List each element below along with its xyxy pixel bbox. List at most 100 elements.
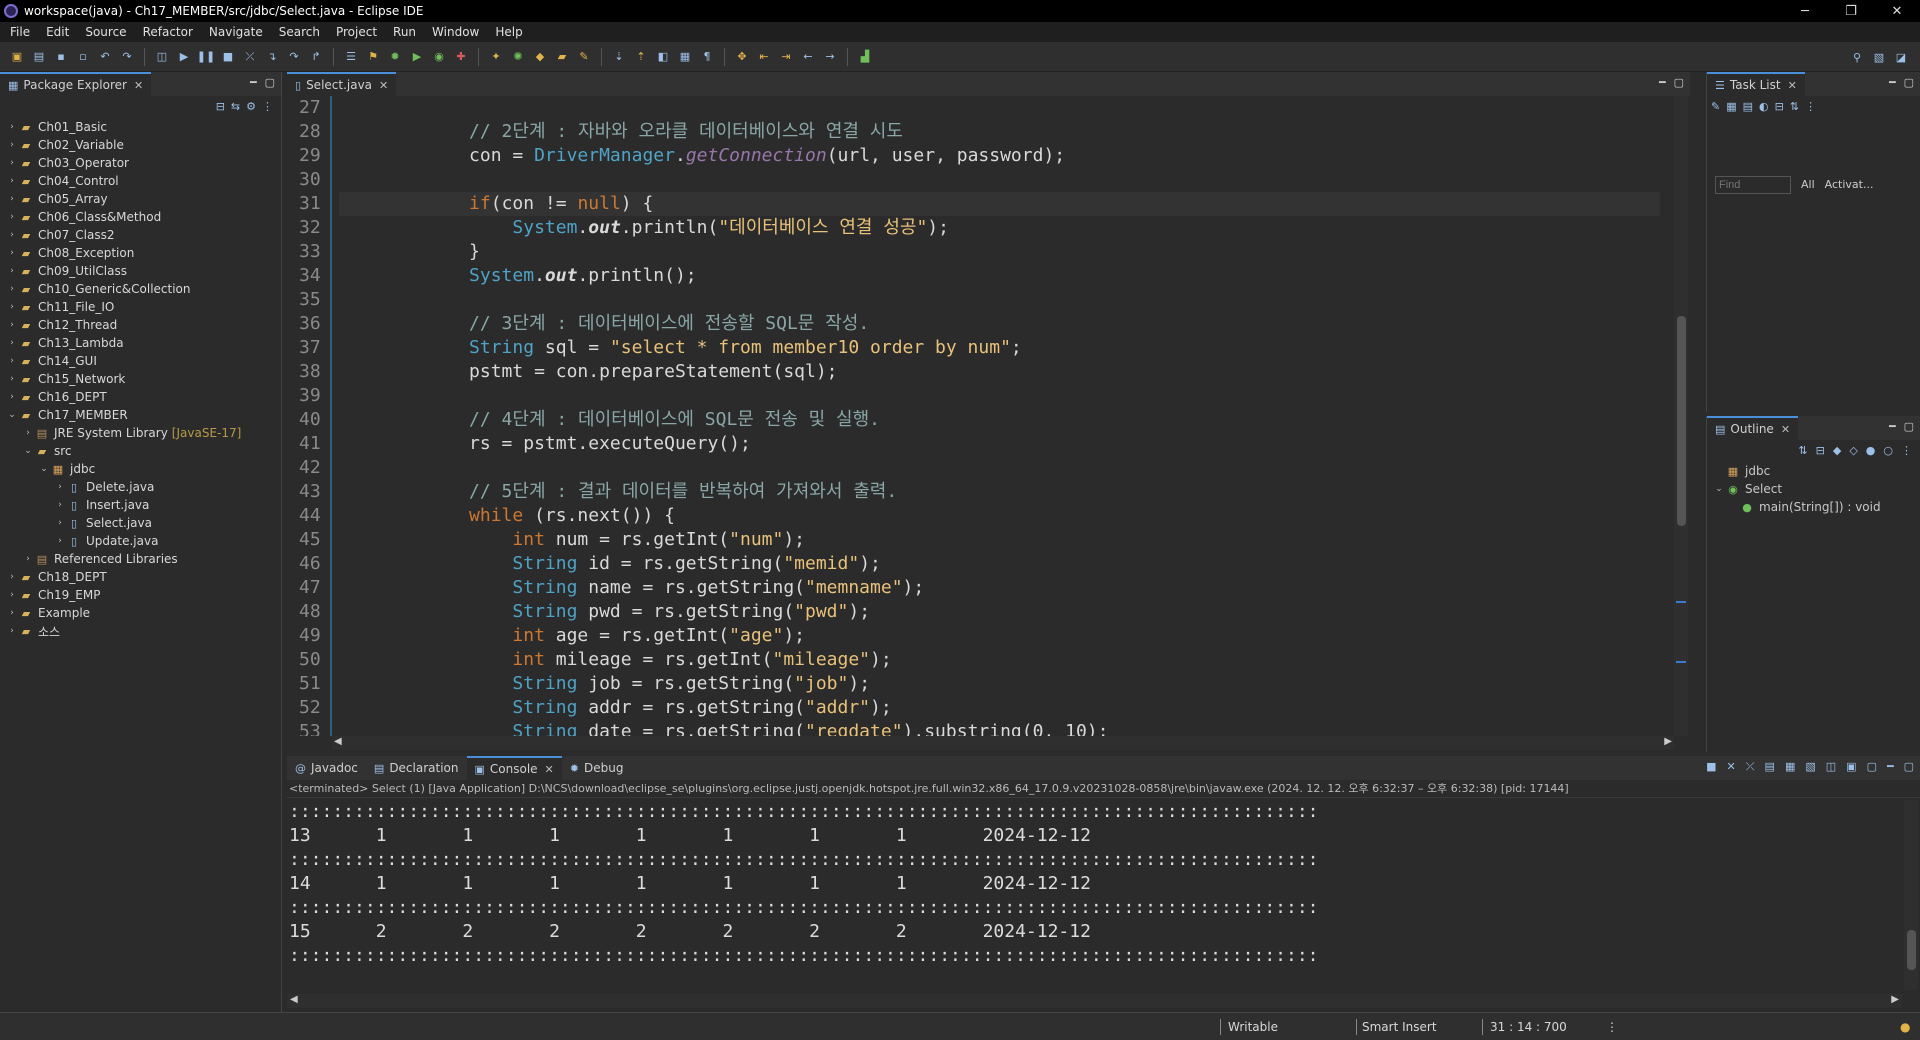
tab-console[interactable]: ▣ Console ✕ (466, 756, 562, 780)
tree-item-java-file[interactable]: › ▯ Select.java (0, 514, 281, 532)
display-console-icon[interactable]: ▣ (1846, 760, 1856, 774)
menu-file[interactable]: File (2, 25, 38, 39)
sync-icon[interactable]: ⇅ (1790, 100, 1799, 113)
show-whitespace-icon[interactable]: ¶ (698, 48, 716, 66)
prev-edit-icon[interactable]: ⇥ (777, 48, 795, 66)
chevron-down-icon[interactable]: ⌄ (6, 410, 18, 420)
tree-item-package[interactable]: ⌄ ▦ jdbc (0, 460, 281, 478)
tree-item-project[interactable]: › ▰ Ch18_DEPT (0, 568, 281, 586)
maximize-view-icon[interactable]: ▢ (1904, 420, 1914, 433)
outline-package[interactable]: ▦ jdbc (1711, 462, 1920, 480)
chevron-right-icon[interactable]: › (6, 194, 18, 204)
tab-package-explorer[interactable]: ▦ Package Explorer ✕ (0, 72, 152, 96)
tip-icon[interactable]: ● (1900, 1020, 1910, 1034)
filters-icon[interactable]: ⚙ (246, 100, 256, 113)
chevron-right-icon[interactable]: › (6, 374, 18, 384)
suspend-icon[interactable]: ❚❚ (197, 48, 215, 66)
tree-item-project[interactable]: › ▰ Ch11_File_IO (0, 298, 281, 316)
pin-icon[interactable]: ▟ (856, 48, 874, 66)
skip-breakpoints-icon[interactable]: ◫ (153, 48, 171, 66)
remove-launch-icon[interactable]: ✕ (1727, 760, 1736, 774)
chevron-right-icon[interactable]: › (54, 500, 66, 510)
open-perspective-icon[interactable]: ▧ (1870, 48, 1888, 66)
tree-item-project[interactable]: › ▰ Ch12_Thread (0, 316, 281, 334)
chevron-right-icon[interactable]: › (6, 572, 18, 582)
close-icon[interactable]: ✕ (134, 79, 143, 92)
open-folder-icon[interactable]: ▰ (553, 48, 571, 66)
menu-source[interactable]: Source (77, 25, 134, 39)
collapse-all-icon[interactable]: ⊟ (1775, 100, 1784, 113)
tree-item-java-file[interactable]: › ▯ Update.java (0, 532, 281, 550)
next-annotation-icon[interactable]: ⇣ (610, 48, 628, 66)
new-task-icon[interactable]: ✎ (1711, 100, 1720, 113)
menu-navigate[interactable]: Navigate (201, 25, 271, 39)
new-class-icon[interactable]: ◆ (531, 48, 549, 66)
toggle-ant-icon[interactable]: ⚑ (364, 48, 382, 66)
tab-outline[interactable]: ▤ Outline ✕ (1707, 416, 1799, 440)
tree-item-project[interactable]: › ▰ Example (0, 604, 281, 622)
chevron-down-icon[interactable]: ⌄ (22, 446, 34, 456)
outline-method[interactable]: ● main(String[]) : void (1711, 498, 1920, 516)
tree-item-project[interactable]: › ▰ Ch15_Network (0, 370, 281, 388)
chevron-right-icon[interactable]: › (6, 392, 18, 402)
tree-item-project[interactable]: › ▰ Ch01_Basic (0, 118, 281, 136)
undo-icon[interactable]: ↶ (96, 48, 114, 66)
console-output[interactable]: ::::::::::::::::::::::::::::::::::::::::… (287, 800, 1902, 990)
save-icon[interactable]: ▪ (52, 48, 70, 66)
code-editor[interactable]: 27 28 29 30 31 32 33 34 35 36 37 38 39 4… (287, 96, 1690, 736)
step-over-icon[interactable]: ↷ (285, 48, 303, 66)
sort-icon[interactable]: ⇅ (1798, 444, 1807, 457)
outline-class[interactable]: ⌄ ◉ Select (1711, 480, 1920, 498)
maximize-view-icon[interactable]: ▢ (1904, 76, 1914, 89)
hide-static-icon[interactable]: ◇ (1849, 444, 1857, 457)
status-cursor-position[interactable]: 31 : 14 : 700 (1490, 1020, 1567, 1034)
close-icon[interactable]: ✕ (1788, 79, 1797, 92)
chevron-down-icon[interactable]: ⌄ (38, 464, 50, 474)
scroll-right-icon[interactable]: ▶ (1664, 736, 1672, 747)
tree-item-project[interactable]: › ▰ Ch03_Operator (0, 154, 281, 172)
minimize-view-icon[interactable]: ━ (1887, 760, 1894, 774)
tree-item-jre[interactable]: › ▤ JRE System Library [JavaSE-17] (0, 424, 281, 442)
scroll-right-icon[interactable]: ▶ (1891, 994, 1899, 1005)
filter-activate-link[interactable]: Activat... (1825, 178, 1874, 191)
console-horizontal-scrollbar[interactable]: ◀ ▶ (287, 994, 1902, 1008)
step-return-icon[interactable]: ↱ (307, 48, 325, 66)
minimize-button[interactable]: ─ (1782, 0, 1828, 22)
occurrence-marker[interactable] (1676, 661, 1686, 663)
minimize-view-icon[interactable]: ━ (1889, 420, 1896, 433)
open-console-icon[interactable]: ☰ (342, 48, 360, 66)
code-text[interactable]: // 2단계 : 자바와 오라클 데이터베이스와 연결 시도 con = Dri… (339, 96, 1660, 736)
chevron-right-icon[interactable]: › (6, 176, 18, 186)
terminate-icon[interactable]: ■ (1706, 760, 1716, 774)
collapse-all-icon[interactable]: ⊟ (1816, 444, 1825, 457)
new-console-icon[interactable]: ▢ (1867, 760, 1877, 774)
menu-window[interactable]: Window (424, 25, 487, 39)
prev-annotation-icon[interactable]: ⇡ (632, 48, 650, 66)
menu-run[interactable]: Run (385, 25, 424, 39)
tree-item-project[interactable]: › ▰ Ch09_UtilClass (0, 262, 281, 280)
forward-icon[interactable]: → (821, 48, 839, 66)
chevron-right-icon[interactable]: › (22, 554, 34, 564)
new-package-icon[interactable]: ✺ (509, 48, 527, 66)
debug-icon[interactable]: ✹ (386, 48, 404, 66)
minimize-view-icon[interactable]: ━ (250, 76, 257, 89)
scrollbar-thumb[interactable] (1677, 316, 1686, 526)
menu-refactor[interactable]: Refactor (135, 25, 201, 39)
tree-item-ref-libs[interactable]: › ▤ Referenced Libraries (0, 550, 281, 568)
menu-search[interactable]: Search (271, 25, 328, 39)
chevron-down-icon[interactable]: ⌄ (1713, 484, 1725, 494)
minimize-view-icon[interactable]: ━ (1659, 76, 1666, 89)
java-perspective-icon[interactable]: ◪ (1892, 48, 1910, 66)
menu-project[interactable]: Project (328, 25, 385, 39)
chevron-right-icon[interactable]: › (54, 518, 66, 528)
tab-task-list[interactable]: ☰ Task List ✕ (1707, 72, 1805, 96)
save-all-icon[interactable]: ▫ (74, 48, 92, 66)
menu-help[interactable]: Help (487, 25, 530, 39)
pin-editor-icon[interactable]: ✥ (733, 48, 751, 66)
tree-item-project[interactable]: › ▰ Ch05_Array (0, 190, 281, 208)
hide-fields-icon[interactable]: ◆ (1833, 444, 1841, 457)
next-edit-icon[interactable]: ⇤ (755, 48, 773, 66)
link-with-editor-icon[interactable]: ⇆ (231, 100, 240, 113)
scroll-lock-icon[interactable]: ▤ (1765, 760, 1775, 774)
editor-horizontal-scrollbar[interactable]: ◀ ▶ (332, 736, 1674, 750)
